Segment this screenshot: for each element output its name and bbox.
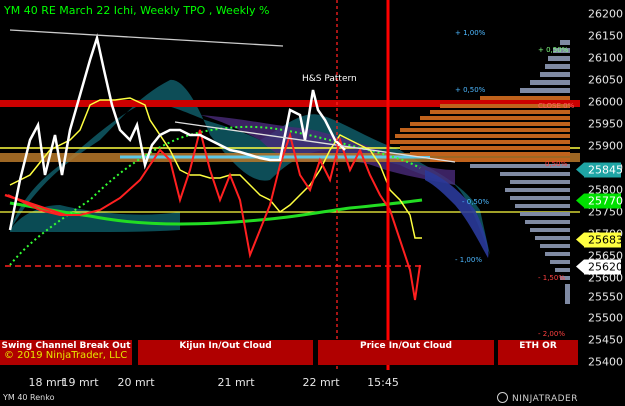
eth-or-bar: ETH OR: [498, 340, 578, 365]
x-tick: 20 mrt: [117, 376, 155, 389]
y-tick: 25950: [588, 117, 623, 131]
pct-label-5: 0,50%: [545, 160, 568, 168]
y-tick: 26000: [588, 95, 623, 109]
y-tick: 25900: [588, 139, 623, 153]
copyright-text: © 2019 NinjaTrader, LLC: [4, 350, 128, 361]
x-tick: 15:45: [367, 376, 399, 389]
y-tick: 26200: [588, 7, 623, 21]
x-tick: 21 mrt: [217, 376, 255, 389]
x-tick: 18 mrt: [28, 376, 66, 389]
price-chart: [0, 0, 580, 370]
y-tick: 26100: [588, 51, 623, 65]
y-tick: 25550: [588, 290, 623, 304]
chart-window: YM 40 RE March 22 Ichi, Weekly TPO , Wee…: [0, 0, 625, 406]
pct-label-3: + 0,50%: [455, 86, 486, 94]
hs-pattern-label: H&S Pattern: [302, 74, 357, 84]
x-tick: 19 mrt: [61, 376, 99, 389]
white-trendline-top: [9, 29, 284, 47]
x-tick: 22 mrt: [302, 376, 340, 389]
price-tag-green: 25770: [576, 193, 623, 209]
price-cloud-bar: Price In/Out Cloud: [318, 340, 494, 365]
y-tick: 26050: [588, 73, 623, 87]
y-tick: 25400: [588, 355, 623, 369]
pct-label-8: - 1,50%: [538, 274, 565, 282]
price-tag-white: 25620: [576, 259, 623, 275]
kijun-cloud-bar: Kijun In/Out Cloud: [138, 340, 313, 365]
logo-text: NINJATRADER: [512, 394, 578, 404]
pct-label-4: CLOSE 0%: [538, 102, 575, 110]
pct-label-9: - 2,00%: [538, 330, 565, 338]
ninja-logo-icon: [497, 392, 508, 403]
pct-label-7: - 1,00%: [455, 256, 482, 264]
pane-title: YM 40 Renko: [3, 393, 55, 402]
pct-label-2: + 0,50%: [538, 46, 569, 54]
chart-title: YM 40 RE March 22 Ichi, Weekly TPO , Wee…: [4, 4, 270, 17]
y-tick: 25500: [588, 311, 623, 325]
pct-label-6: - 0,50%: [462, 198, 489, 206]
pct-label-1: + 1,00%: [455, 29, 486, 37]
price-tag-yellow: 25683: [576, 232, 623, 248]
price-tag-cyan: 25845: [576, 162, 623, 178]
ichimoku-cloud-teal-lower: [10, 205, 180, 232]
ninjatrader-logo: NINJATRADER: [497, 392, 578, 404]
y-tick: 25450: [588, 333, 623, 347]
plot-area[interactable]: YM 40 RE March 22 Ichi, Weekly TPO , Wee…: [0, 0, 580, 370]
y-tick: 26150: [588, 29, 623, 43]
